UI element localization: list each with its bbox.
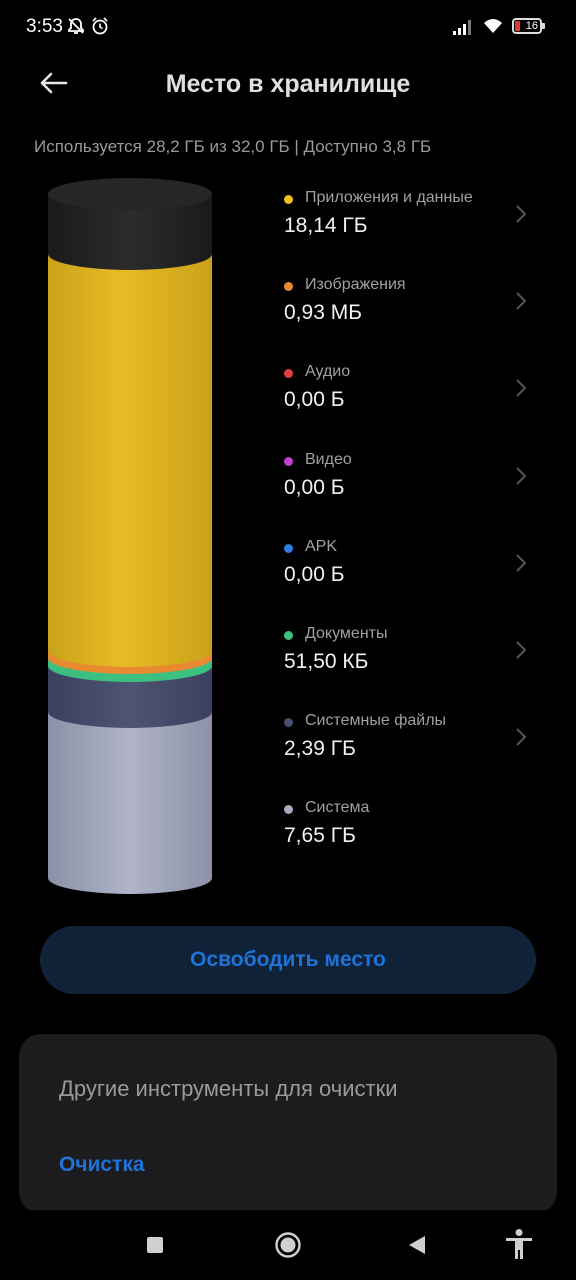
chevron-right-icon xyxy=(516,205,527,223)
category-documents[interactable]: Документы 51,50 КБ xyxy=(284,622,544,709)
battery-level: 16 xyxy=(525,20,538,32)
chevron-right-icon xyxy=(516,554,527,572)
category-system: Система 7,65 ГБ xyxy=(284,796,544,883)
category-label: Аудио xyxy=(305,363,351,381)
category-label: Документы xyxy=(305,624,388,642)
back-triangle-icon[interactable] xyxy=(406,1234,428,1256)
accessibility-icon[interactable] xyxy=(504,1228,534,1260)
free-up-space-label: Освободить место xyxy=(190,948,386,971)
storage-categories-list: Приложения и данные 18,14 ГБ Изображения… xyxy=(284,186,544,884)
category-label: Видео xyxy=(305,450,352,468)
other-cleanup-tools-card: Другие инструменты для очистки Очистка xyxy=(19,1034,557,1214)
category-color-dot xyxy=(284,195,293,204)
chevron-right-icon xyxy=(516,641,527,659)
category-size: 7,65 ГБ xyxy=(284,824,356,848)
signal-icon xyxy=(453,20,471,35)
category-size: 0,00 Б xyxy=(284,562,345,586)
category-label: Приложения и данные xyxy=(305,189,473,206)
category-size: 51,50 КБ xyxy=(284,649,369,673)
category-color-dot xyxy=(284,369,293,379)
segment-apps xyxy=(48,254,212,667)
chevron-right-icon xyxy=(516,466,527,485)
system-nav-bar xyxy=(0,1210,576,1280)
status-time: 3:53 xyxy=(26,16,63,37)
recents-square-icon[interactable] xyxy=(146,1236,164,1254)
wifi-icon xyxy=(484,19,502,33)
category-color-dot xyxy=(284,630,293,640)
chevron-right-icon xyxy=(516,728,527,746)
category-size: 0,00 Б xyxy=(284,475,345,499)
bell-off-icon xyxy=(68,18,84,34)
category-color-dot xyxy=(284,543,293,553)
storage-cylinder-chart xyxy=(48,178,212,894)
page-title: Место в хранилище xyxy=(165,70,411,98)
segment-system xyxy=(48,712,212,894)
category-label: Система xyxy=(305,799,370,817)
category-system-files[interactable]: Системные файлы 2,39 ГБ xyxy=(284,709,544,796)
category-video[interactable]: Видео 0,00 Б xyxy=(284,448,544,535)
category-color-dot xyxy=(284,805,293,815)
category-color-dot xyxy=(284,718,293,728)
category-size: 18,14 ГБ xyxy=(284,214,368,237)
category-apk[interactable]: APK 0,00 Б xyxy=(284,535,544,622)
battery-icon: 16 xyxy=(512,18,545,34)
free-up-space-button[interactable]: Освободить место xyxy=(40,926,536,994)
category-label: Системные файлы xyxy=(305,712,447,730)
status-bar: 3:53 16 xyxy=(0,0,576,56)
chevron-right-icon xyxy=(516,292,527,310)
category-label: Изображения xyxy=(305,276,406,294)
chevron-right-icon xyxy=(516,379,527,398)
category-label: APK xyxy=(305,537,338,555)
home-circle-icon[interactable] xyxy=(274,1231,302,1259)
category-size: 0,93 МБ xyxy=(284,301,362,325)
category-apps[interactable]: Приложения и данные 18,14 ГБ xyxy=(284,186,544,273)
category-audio[interactable]: Аудио 0,00 Б xyxy=(284,360,544,447)
category-color-dot xyxy=(284,456,293,466)
storage-usage-summary: Используется 28,2 ГБ из 32,0 ГБ | Доступ… xyxy=(34,137,432,156)
category-images[interactable]: Изображения 0,93 МБ xyxy=(284,273,544,360)
category-color-dot xyxy=(284,282,293,292)
other-tools-title: Другие инструменты для очистки xyxy=(59,1076,398,1101)
alarm-icon xyxy=(92,17,108,35)
category-size: 2,39 ГБ xyxy=(284,737,356,761)
cleanup-link[interactable]: Очистка xyxy=(59,1153,145,1177)
category-size: 0,00 Б xyxy=(284,388,345,412)
